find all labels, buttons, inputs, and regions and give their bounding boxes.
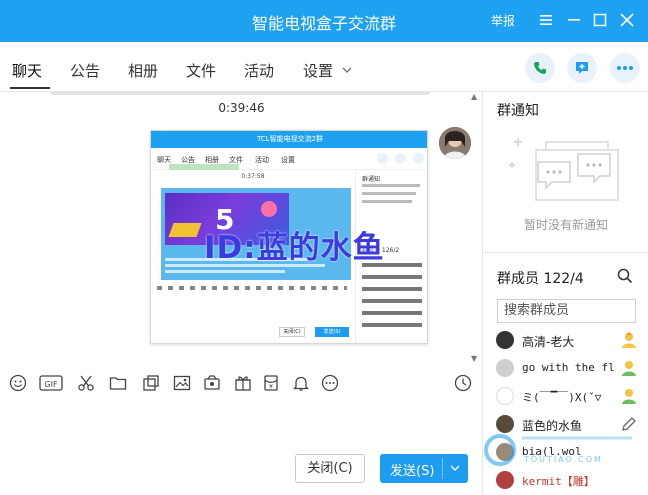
screenshot-toolbar-icons [157,286,347,290]
more-tools-icon[interactable] [321,374,339,392]
screenshot-timestamp: 0:37:58 [241,173,265,180]
screenshot-notice-line [362,192,416,195]
chevron-down-icon[interactable] [341,64,353,76]
owner-badge-icon [622,332,636,348]
menu-icon[interactable] [535,9,557,31]
send-button-label: 发送(S) [390,464,435,479]
member-name: ミ(￣▔￣)X(ˇ▽ [522,391,602,404]
member-avatar [496,471,514,489]
scroll-down-icon[interactable]: ▼ [471,354,477,363]
screenshot-green-bubble [169,164,239,170]
member-name: 高清-老大 [522,335,575,349]
tab-activities[interactable]: 活动 [244,60,274,81]
banner-shape [168,223,202,237]
screenshot-send-button: 发送(S) [315,327,349,337]
svg-text:GIF: GIF [44,380,58,389]
send-divider [442,458,443,479]
screenshot-more-icon [413,153,424,164]
message-input[interactable]: 关闭(C) 发送(S) [0,402,483,495]
search-icon[interactable] [617,268,633,284]
image-icon[interactable] [173,374,191,392]
history-icon[interactable] [454,374,472,392]
member-row[interactable]: 高清-老大 [496,330,646,352]
tab-announcements[interactable]: 公告 [70,60,100,81]
previous-message-edge [50,92,430,95]
screenshot-title: TCL智能电视交流2群 [151,131,427,148]
screenshot-call-icon [377,153,388,164]
input-toolbar: GIF ¥ [0,364,483,402]
screenshot-close-button: 关闭(C) [279,327,305,337]
member-avatar [496,331,514,349]
group-notice-title: 群通知 [497,103,539,119]
tab-bar: 聊天 公告 相册 文件 活动 设置 [0,42,648,92]
active-tab-indicator [10,87,50,89]
screenshot-member-list [362,263,422,333]
maximize-icon[interactable] [589,9,611,31]
group-sidebar: 群通知 暂时没有新通知 群成员 122/4 搜索群成员 高清-老大 go wit… [484,92,648,495]
bell-icon[interactable] [292,374,310,392]
member-row[interactable]: ミ(￣▔￣)X(ˇ▽ [496,386,646,408]
screenshot-toolbar [151,283,355,293]
chat-message-area[interactable]: ▲ 0:39:46 TCL智能电视交流2群 聊天 公告 相册 文件 活动 设置 [0,92,483,364]
tab-album[interactable]: 相册 [128,60,158,81]
shake-window-icon[interactable] [203,374,221,392]
member-name: kermit【雕】 [522,475,595,488]
report-link[interactable]: 举报 [491,12,515,29]
screenshot-notice-line [362,184,420,187]
screenshot-tab: 活动 [255,156,269,164]
send-button[interactable]: 发送(S) [380,454,468,483]
send-options-chevron-icon[interactable] [450,463,460,473]
chat-window: 智能电视盒子交流群 举报 聊天 公告 相册 文件 活动 设置 ▲ 0:39:46… [0,0,648,495]
member-name: go with the fl [522,361,615,374]
watermark-brand: TOUTIAO.COM [524,455,603,464]
admin-badge-icon [622,389,636,404]
gif-icon[interactable]: GIF [39,374,63,392]
minimize-icon[interactable] [563,9,585,31]
toutiao-watermark-logo [484,434,632,466]
member-row[interactable]: go with the fl [496,358,646,380]
tab-files[interactable]: 文件 [186,60,216,81]
call-button[interactable] [525,53,555,83]
chat-plus-icon [576,62,588,74]
sender-avatar[interactable] [439,127,471,159]
member-avatar [496,359,514,377]
gift-icon[interactable] [234,374,252,392]
tab-settings[interactable]: 设置 [303,60,333,81]
screenshot-message-icon [395,153,406,164]
svg-text:¥: ¥ [269,384,273,391]
watermark-text: ID:蓝的水鱼 [204,230,385,266]
screenshot-tab: 设置 [281,156,295,164]
screenshot-icon[interactable] [142,374,160,392]
folder-icon[interactable] [109,374,127,392]
title-bar: 智能电视盒子交流群 举报 [0,0,648,42]
red-packet-icon[interactable]: ¥ [262,374,280,392]
add-message-button[interactable] [567,53,597,83]
group-members-title: 群成员 122/4 [497,271,584,287]
member-avatar [496,387,514,405]
message-timestamp: 0:39:46 [218,101,265,115]
phone-icon [534,62,546,74]
avatar-image [439,127,471,159]
screenshot-notice-title: 群通知 [362,176,381,183]
banner-shape [261,201,277,217]
close-button[interactable]: 关闭(C) [295,454,365,483]
emoji-icon[interactable] [9,374,27,392]
member-row[interactable]: kermit【雕】 [496,470,646,492]
more-icon [617,66,633,70]
close-icon[interactable] [616,9,638,31]
tab-chat[interactable]: 聊天 [12,60,42,81]
admin-badge-icon [622,361,636,376]
card-text-line [165,270,285,273]
scroll-up-icon[interactable]: ▲ [471,92,477,101]
more-options-button[interactable] [610,53,640,83]
member-search-input[interactable]: 搜索群成员 [497,299,636,323]
empty-notice-illustration [509,138,619,201]
scissors-icon[interactable] [77,374,95,392]
sidebar-divider [484,252,648,253]
screenshot-notice-line [362,200,412,203]
empty-notice-text: 暂时没有新通知 [523,218,608,232]
